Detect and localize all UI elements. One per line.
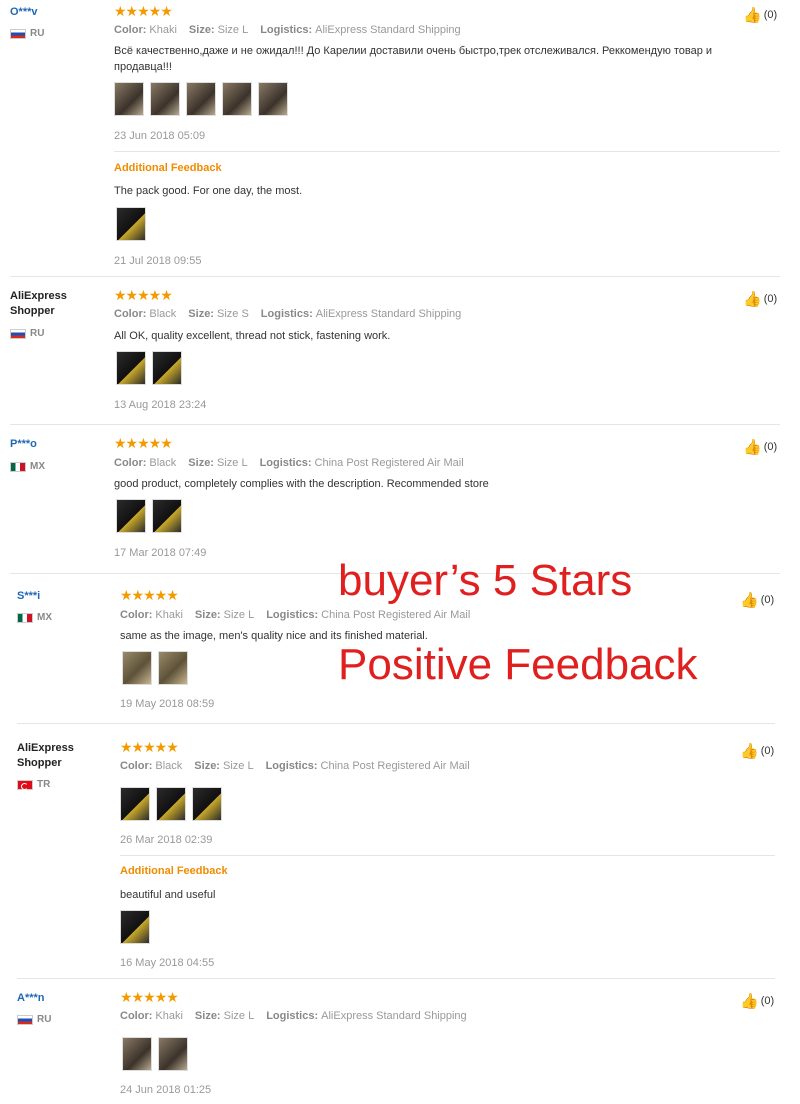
review-photo[interactable] [258,82,288,116]
review-separator [17,978,775,979]
review-photos [116,351,182,385]
review-photo[interactable] [116,499,146,533]
order-details: Color: Khaki Size: Size L Logistics: AliExpre… [114,24,461,36]
reviewer-name[interactable]: O***v [10,6,38,18]
review-photos [116,499,182,533]
reviewer-country: RU [10,28,44,39]
review-photo[interactable] [192,787,222,821]
review-date: 26 Mar 2018 02:39 [120,834,213,846]
review-text: good product, completely complies with t… [114,478,489,490]
review-separator [10,424,780,425]
review-separator [17,723,775,724]
additional-feedback-heading: Additional Feedback [120,865,228,877]
promo-overlay-line1: buyer’s 5 Stars [338,556,633,605]
thumbs-up-icon: 👍 [743,7,762,24]
star-rating: ★★★★★ [120,739,179,755]
star-rating: ★★★★★ [114,3,173,19]
review-photo[interactable] [158,651,188,685]
reviewer-name[interactable]: AliExpress Shopper [10,289,100,319]
reviewer-country: MX [17,612,52,623]
review-date: 17 Mar 2018 07:49 [114,547,207,559]
review-photo[interactable] [156,787,186,821]
reviewer-country: MX [10,461,45,472]
star-rating: ★★★★★ [114,287,173,303]
order-details: Color: Black Size: Size L Logistics: China Po… [114,457,464,469]
flag-mx-icon [10,461,26,472]
review-photo[interactable] [114,82,144,116]
star-rating: ★★★★★ [114,435,173,451]
flag-ru-icon [10,328,26,339]
review-photo[interactable] [122,1037,152,1071]
like-count: (0) [760,594,775,606]
order-details: Color: Black Size: Size S Logistics: AliExpre… [114,308,462,320]
review-photo[interactable] [158,1037,188,1071]
reviewer-name[interactable]: A***n [17,992,45,1004]
divider [114,151,780,152]
helpful-button[interactable]: 👍 (0) [743,290,777,308]
review-photo[interactable] [116,207,146,241]
star-rating: ★★★★★ [120,989,179,1005]
thumbs-up-icon: 👍 [740,743,759,760]
divider [120,855,775,856]
like-count: (0) [763,293,778,305]
additional-feedback-text: beautiful and useful [120,889,216,901]
reviewer-country: RU [10,328,44,339]
review-separator [10,276,780,277]
flag-mx-icon [17,612,33,623]
like-count: (0) [760,745,775,757]
review-photos [120,787,222,821]
review-text: All OK, quality excellent, thread not st… [114,330,391,342]
flag-tr-icon [17,779,33,790]
review-photo[interactable] [116,351,146,385]
like-count: (0) [763,9,778,21]
review-date: 24 Jun 2018 01:25 [120,1084,212,1096]
review-photo[interactable] [150,82,180,116]
review-photos [122,651,188,685]
review-photo[interactable] [186,82,216,116]
review-date: 13 Aug 2018 23:24 [114,399,207,411]
review-photo[interactable] [222,82,252,116]
thumbs-up-icon: 👍 [740,592,759,609]
additional-feedback-date: 21 Jul 2018 09:55 [114,255,202,267]
review-photos [122,1037,188,1071]
promo-overlay-line2: Positive Feedback [338,640,698,689]
thumbs-up-icon: 👍 [740,993,759,1010]
order-details: Color: Khaki Size: Size L Logistics: AliExpre… [120,1010,467,1022]
review-photo[interactable] [122,651,152,685]
helpful-button[interactable]: 👍 (0) [740,591,774,609]
review-photo[interactable] [120,787,150,821]
review-date: 23 Jun 2018 05:09 [114,130,206,142]
additional-photos [116,207,146,241]
helpful-button[interactable]: 👍 (0) [743,438,777,456]
like-count: (0) [763,441,778,453]
helpful-button[interactable]: 👍 (0) [743,6,777,24]
reviewer-name[interactable]: AliExpress Shopper [17,741,107,771]
review-date: 19 May 2018 08:59 [120,698,215,710]
review-photo[interactable] [152,499,182,533]
reviewer-name[interactable]: P***o [10,438,37,450]
additional-feedback-heading: Additional Feedback [114,162,222,174]
review-text: Всё качественно,даже и не ожидал!!! До К… [114,45,713,73]
order-details: Color: Khaki Size: Size L Logistics: China Po… [120,609,471,621]
flag-ru-icon [10,28,26,39]
thumbs-up-icon: 👍 [743,439,762,456]
review-photo[interactable] [120,910,150,944]
additional-feedback-text: The pack good. For one day, the most. [114,185,303,197]
additional-feedback-date: 16 May 2018 04:55 [120,957,215,969]
reviewer-country: TR [17,779,50,790]
helpful-button[interactable]: 👍 (0) [740,742,774,760]
review-photos [114,82,288,116]
flag-ru-icon [17,1014,33,1025]
like-count: (0) [760,995,775,1007]
star-rating: ★★★★★ [120,587,179,603]
thumbs-up-icon: 👍 [743,291,762,308]
helpful-button[interactable]: 👍 (0) [740,992,774,1010]
order-details: Color: Black Size: Size L Logistics: China Po… [120,760,470,772]
reviewer-country: RU [17,1014,51,1025]
reviewer-name[interactable]: S***i [17,590,40,602]
review-photo[interactable] [152,351,182,385]
additional-photos [120,910,150,944]
